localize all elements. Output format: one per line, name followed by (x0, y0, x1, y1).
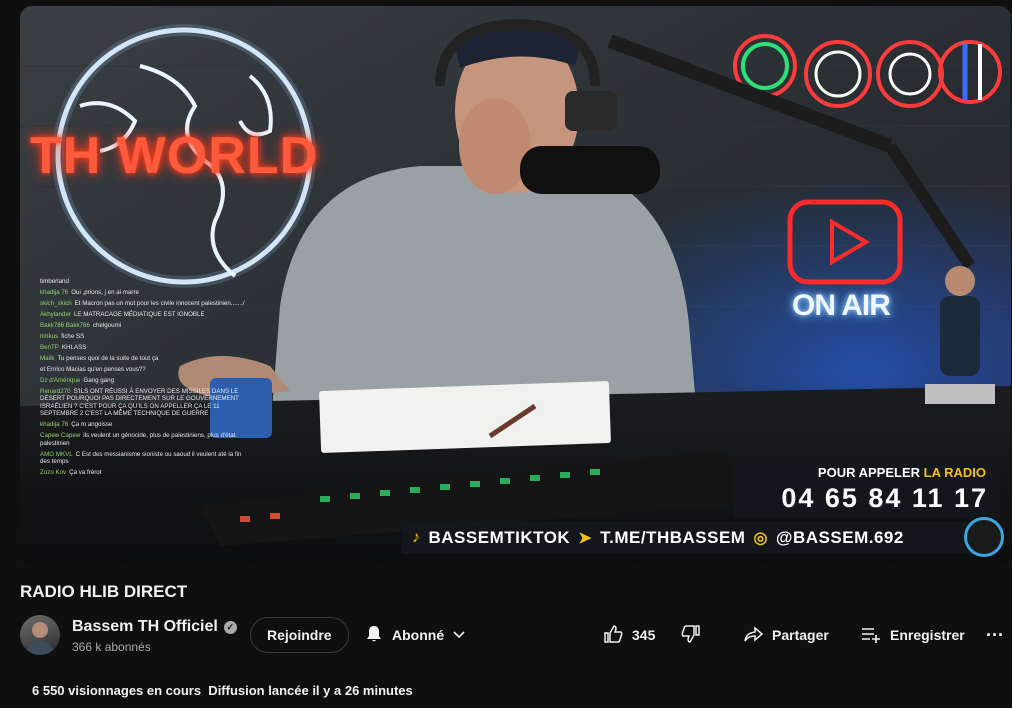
chat-message: skich_skich Et Macron pas un mot pour les… (40, 300, 245, 307)
channel-watermark[interactable] (964, 517, 1004, 557)
chat-username: khadija 76 (40, 421, 69, 429)
join-button[interactable]: Rejoindre (250, 617, 349, 653)
social-handles-bar: ♪ BASSEMTIKTOK ➤ T.ME/THBASSEM ◎ @BASSEM… (402, 522, 992, 554)
chat-text: fiche SS (61, 333, 85, 340)
chat-username: Malik (40, 355, 55, 362)
chat-text: Gang gang (83, 377, 115, 384)
chat-text: Ça va frérot (69, 469, 102, 477)
chat-text: Et Macron pas un mot pour les civile inn… (74, 300, 245, 307)
chat-username: rimkus (40, 333, 59, 340)
channel-name-row[interactable]: Bassem TH Officiel ✓ (72, 618, 237, 636)
channel-avatar[interactable] (20, 615, 60, 655)
bell-icon (364, 624, 384, 647)
channel-name[interactable]: Bassem TH Officiel (72, 618, 218, 636)
like-dislike-group: 345 (596, 617, 726, 653)
chat-username: AMG MKVL (40, 450, 73, 458)
like-count: 345 (632, 627, 656, 643)
thumbs-down-icon (680, 624, 702, 649)
chat-username: khadija 76 (40, 289, 69, 296)
live-stats: 6 550 visionnages en cours Diffusion lan… (32, 683, 413, 698)
chat-username: Renard270 (40, 388, 71, 395)
social-handle-telegram: T.ME/THBASSEM (600, 528, 746, 547)
more-actions-button[interactable]: ··· (980, 617, 1010, 653)
like-button[interactable]: 345 (596, 623, 661, 648)
share-arrow-icon (742, 623, 764, 648)
chat-text: KHLASS (61, 344, 87, 351)
chat-username: Capew Capew (40, 432, 81, 440)
chat-username: skich_skich (40, 300, 72, 307)
instagram-icon: ◎ (753, 530, 768, 547)
phone-banner-label: POUR APPELER LA RADIO (818, 465, 986, 480)
chat-username: BenTP (40, 344, 59, 351)
subscribed-label: Abonné (392, 627, 445, 643)
phone-label-accent: LA RADIO (923, 465, 986, 480)
chevron-down-icon (452, 626, 466, 644)
avatar-image (26, 622, 54, 655)
chat-message: Dz d'Amérique Gang gang (40, 377, 245, 384)
share-button[interactable]: Partager (734, 617, 837, 653)
chat-message: Zozo Kov Ça va frérot (40, 469, 245, 476)
chat-message: Bakk786 Bakk786 chelgoumi (40, 322, 245, 329)
phone-label-prefix: POUR APPELER (817, 465, 921, 480)
chat-message: Akhylander LE MATRACAGE MÉDIATIQUE EST IG… (40, 311, 245, 318)
chat-username: Akhylander (40, 311, 71, 318)
phone-number: 04 65 84 11 17 (781, 483, 988, 513)
chat-message: khadija 76 Ça m angoisse (40, 421, 245, 428)
chat-text: Tu penses quoi de la suite de tout ça (57, 355, 159, 362)
on-air-sign-text: ON AIR (792, 289, 891, 322)
subscribed-button[interactable]: Abonné (350, 617, 480, 653)
video-player[interactable]: TH WORLD ON AIR timberland khadija 76 Oui … (20, 6, 1011, 566)
chat-text: Ça m angoisse (71, 421, 113, 429)
neon-sign-text: TH WORLD (30, 127, 319, 185)
chat-text: Oui ,prions, j en ai marre (71, 289, 139, 296)
chat-message: et Enrico Macias qu'en penses vous?? (40, 366, 245, 373)
chat-username: Bakk786 Bakk786 (40, 322, 90, 329)
chat-username: Zozo Kov (40, 469, 67, 477)
more-dots-icon: ··· (986, 624, 1004, 645)
subscriber-count: 366 k abonnés (72, 640, 151, 654)
playlist-add-icon (860, 623, 882, 648)
chat-message: timberland (40, 278, 245, 285)
video-title: RADIO HLIB DIRECT (20, 582, 188, 601)
phone-banner: POUR APPELER LA RADIO 04 65 84 11 17 (734, 461, 1000, 517)
save-label: Enregistrer (890, 627, 965, 643)
chat-message: BenTP KHLASS (40, 344, 245, 351)
chat-username: Dz d'Amérique (40, 377, 81, 384)
chat-text: et Enrico Macias qu'en penses vous?? (40, 366, 146, 373)
chat-message: khadija 76 Oui ,prions, j en ai marre (40, 289, 245, 296)
chat-text: timberland (40, 278, 69, 285)
chat-message: rimkus fiche SS (40, 333, 245, 340)
telegram-icon: ➤ (578, 530, 593, 547)
chat-message: Malik Tu penses quoi de la suite de tout … (40, 355, 245, 362)
chat-text: LE MATRACAGE MÉDIATIQUE EST IGNOBLE (73, 311, 205, 318)
share-label: Partager (772, 627, 829, 643)
save-button[interactable]: Enregistrer (852, 617, 973, 653)
thumbs-up-icon (602, 623, 624, 648)
dislike-button[interactable] (680, 623, 702, 648)
chat-message: AMG MKVL C Est des messianisme sioniste o… (40, 451, 245, 466)
social-handle-instagram: @BASSEM.692 (775, 528, 904, 547)
chat-message: Renard270 S'ILS ONT RÉUSSI À ENVOYER DES … (40, 388, 245, 418)
chat-text: chelgoumi (92, 322, 122, 329)
verified-check-icon: ✓ (223, 620, 237, 634)
chat-message: Capew Capew ils veulent un génocide, plus… (40, 432, 245, 447)
social-handle-tiktok: BASSEMTIKTOK (428, 528, 571, 547)
tiktok-icon: ♪ (412, 529, 421, 546)
live-chat-overlay: timberland khadija 76 Oui ,prions, j en ai… (40, 278, 245, 480)
